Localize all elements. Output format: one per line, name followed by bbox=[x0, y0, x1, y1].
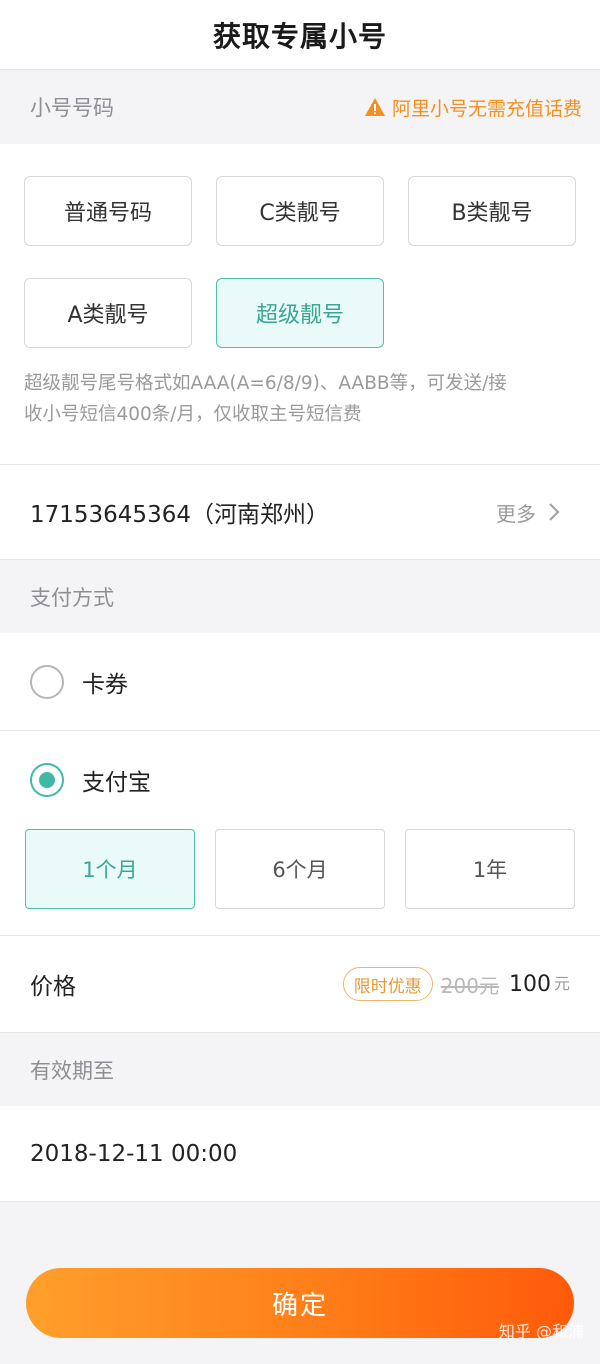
price-values: 限时优惠 200元 100 元 bbox=[342, 967, 570, 1001]
more-label: 更多 bbox=[496, 501, 536, 526]
promo-badge: 限时优惠 bbox=[342, 967, 433, 1001]
alipay-radio[interactable] bbox=[30, 763, 64, 797]
payment-option-coupon[interactable]: 卡券 bbox=[0, 633, 600, 731]
warning-icon bbox=[364, 98, 385, 116]
recharge-notice: 阿里小号无需充值话费 bbox=[364, 94, 582, 121]
watermark: 知乎 @和浦 bbox=[498, 1322, 584, 1341]
notice-text: 阿里小号无需充值话费 bbox=[391, 97, 582, 120]
validity-label: 有效期至 bbox=[30, 1058, 114, 1083]
payment-section-header: 支付方式 bbox=[0, 559, 600, 633]
number-section-label: 小号号码 bbox=[30, 96, 114, 120]
chevron-right-icon bbox=[549, 503, 560, 521]
type-description-line: 超级靓号尾号格式如AAA(A=6/8/9)、AABB等，可发送/接 bbox=[24, 373, 507, 394]
selected-number: 17153645364（河南郑州） bbox=[30, 502, 329, 528]
confirm-button[interactable]: 确定 bbox=[26, 1268, 574, 1338]
number-section-header: 小号号码 阿里小号无需充值话费 bbox=[0, 70, 600, 144]
payment-panel: 卡券 支付宝 1个月 6个月 1年 价格 限时优惠 200元 100 元 bbox=[0, 633, 600, 1032]
current-price: 100 bbox=[508, 971, 551, 997]
validity-date: 2018-12-11 00:00 bbox=[30, 1140, 238, 1167]
number-type-panel: 普通号码 C类靓号 B类靓号 A类靓号 超级靓号 超级靓号尾号格式如AAA(A=… bbox=[0, 144, 600, 464]
type-a-button[interactable]: A类靓号 bbox=[24, 278, 192, 348]
coupon-radio[interactable] bbox=[30, 664, 64, 699]
validity-section-header: 有效期至 bbox=[0, 1032, 600, 1106]
original-price: 200元 bbox=[440, 973, 499, 998]
number-type-grid: 普通号码 C类靓号 B类靓号 A类靓号 超级靓号 bbox=[24, 176, 576, 380]
top-bar: 获取专属小号 bbox=[0, 0, 600, 70]
more-link[interactable]: 更多 bbox=[496, 498, 560, 527]
payment-option-alipay[interactable]: 支付宝 bbox=[0, 731, 600, 829]
alipay-label: 支付宝 bbox=[82, 770, 151, 796]
period-1-year-button[interactable]: 1年 bbox=[405, 829, 575, 909]
payment-section-label: 支付方式 bbox=[30, 585, 114, 610]
period-1-month-button[interactable]: 1个月 bbox=[25, 829, 195, 909]
type-description: 超级靓号尾号格式如AAA(A=6/8/9)、AABB等，可发送/接 收小号短信4… bbox=[24, 368, 576, 464]
price-row: 价格 限时优惠 200元 100 元 bbox=[0, 936, 600, 1032]
currency-unit: 元 bbox=[553, 974, 570, 993]
type-normal-button[interactable]: 普通号码 bbox=[24, 176, 192, 246]
price-label: 价格 bbox=[30, 974, 76, 1000]
type-b-button[interactable]: B类靓号 bbox=[408, 176, 576, 246]
selected-number-row[interactable]: 17153645364（河南郑州） 更多 bbox=[0, 464, 600, 559]
page-title: 获取专属小号 bbox=[212, 19, 387, 53]
period-6-month-button[interactable]: 6个月 bbox=[215, 829, 385, 909]
type-c-button[interactable]: C类靓号 bbox=[216, 176, 384, 246]
type-description-line: 收小号短信400条/月，仅收取主号短信费 bbox=[24, 404, 362, 425]
coupon-label: 卡券 bbox=[82, 671, 128, 698]
period-selector: 1个月 6个月 1年 bbox=[0, 829, 600, 936]
type-super-button[interactable]: 超级靓号 bbox=[216, 278, 384, 348]
validity-date-row: 2018-12-11 00:00 bbox=[0, 1106, 600, 1202]
